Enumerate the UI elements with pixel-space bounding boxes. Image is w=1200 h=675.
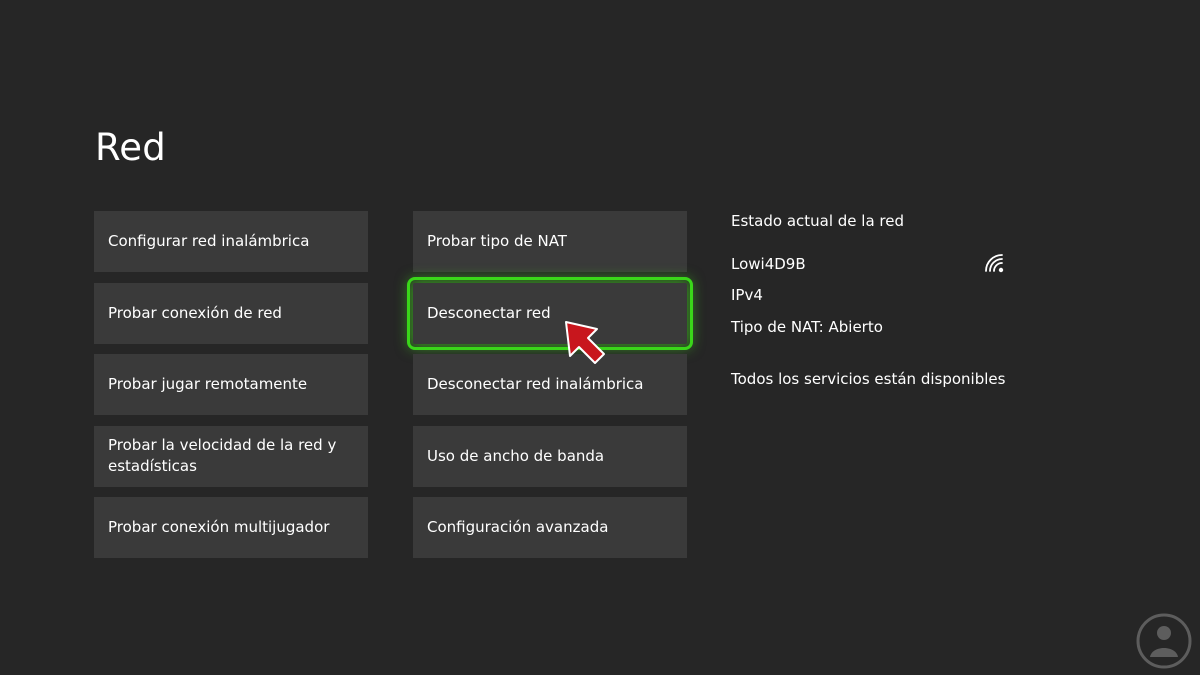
services-status: Todos los servicios están disponibles [731,370,1006,388]
test-network-speed-button[interactable]: Probar la velocidad de la red y estadíst… [94,425,368,487]
red-arrow-pointer-icon [565,321,605,364]
test-multiplayer-connection-button[interactable]: Probar conexión multijugador [94,497,368,558]
tile-label: Probar conexión multijugador [108,518,330,536]
disconnect-wireless-button[interactable]: Desconectar red inalámbrica [413,354,687,415]
tile-label: Probar tipo de NAT [427,232,567,250]
tile-label: Configuración avanzada [427,518,609,536]
tile-label: Configurar red inalámbrica [108,232,310,250]
advanced-settings-button[interactable]: Configuración avanzada [413,497,687,558]
test-network-connection-button[interactable]: Probar conexión de red [94,282,368,344]
tile-label: Probar la velocidad de la red y estadíst… [108,436,337,475]
ip-version: IPv4 [731,286,763,304]
test-remote-play-button[interactable]: Probar jugar remotamente [94,354,368,415]
nat-type-status: Tipo de NAT: Abierto [731,318,883,336]
tile-label: Probar jugar remotamente [108,375,308,393]
menu-column-right: Probar tipo de NAT Desconectar red Desco… [407,211,693,569]
tile-label: Desconectar red [427,303,551,322]
solvetic-logo-icon [1136,613,1192,669]
wifi-icon [985,254,1004,273]
network-name: Lowi4D9B [731,255,806,273]
tile-label: Desconectar red inalámbrica [427,375,644,393]
disconnect-network-button[interactable]: Desconectar red [407,276,693,350]
tile-label: Uso de ancho de banda [427,446,605,465]
menu-column-left: Configurar red inalámbrica Probar conexi… [94,211,368,569]
status-heading: Estado actual de la red [731,212,905,230]
page-title: Red [95,126,166,169]
configure-wireless-network-button[interactable]: Configurar red inalámbrica [94,211,368,272]
tile-label: Probar conexión de red [108,303,282,322]
bandwidth-usage-button[interactable]: Uso de ancho de banda [413,425,687,487]
test-nat-type-button[interactable]: Probar tipo de NAT [413,211,687,272]
